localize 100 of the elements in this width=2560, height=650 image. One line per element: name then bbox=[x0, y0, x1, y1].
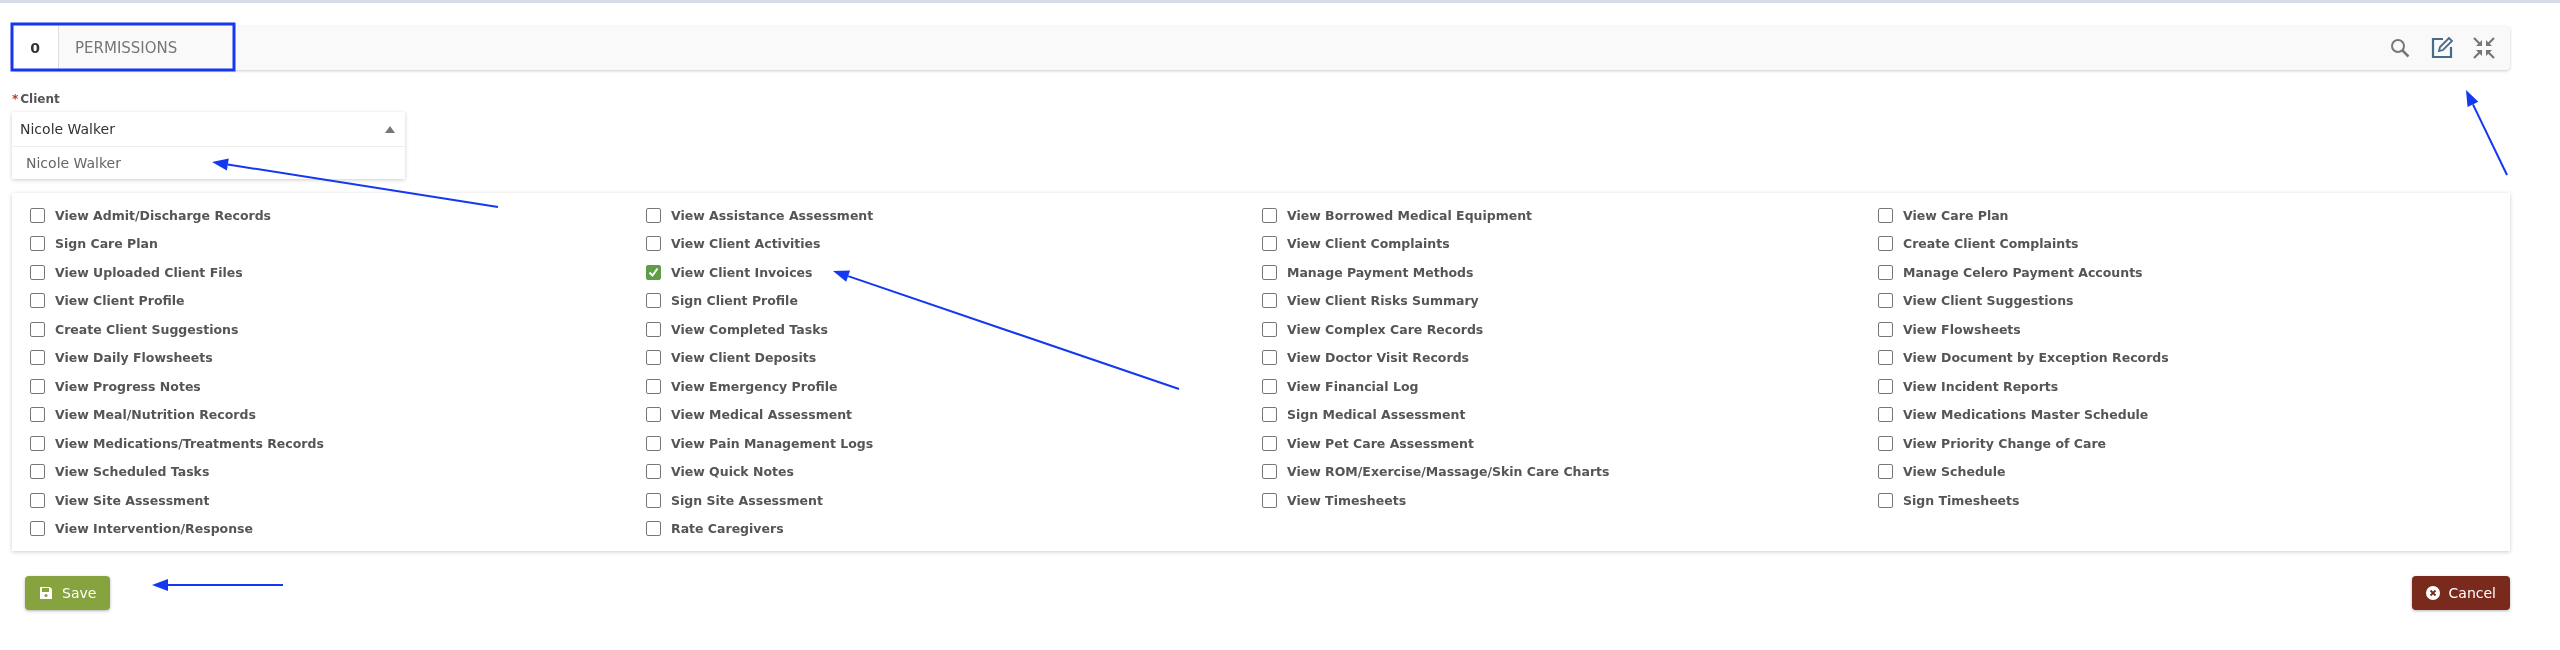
checkbox[interactable] bbox=[1878, 350, 1893, 366]
field-label: Client bbox=[20, 92, 60, 106]
checkbox[interactable] bbox=[30, 321, 45, 337]
checkbox[interactable] bbox=[1262, 207, 1277, 223]
cancel-button[interactable]: Cancel bbox=[2411, 576, 2510, 610]
checkbox-label: View Doctor Visit Records bbox=[1287, 350, 1469, 366]
checkbox[interactable] bbox=[1878, 407, 1893, 423]
checkbox[interactable] bbox=[1262, 236, 1277, 252]
checkbox-label: View Admit/Discharge Records bbox=[55, 207, 272, 223]
edit-icon[interactable] bbox=[2430, 36, 2454, 60]
checkbox[interactable] bbox=[646, 293, 661, 309]
checkbox[interactable] bbox=[1262, 435, 1277, 451]
checkbox[interactable] bbox=[30, 492, 45, 508]
search-icon[interactable] bbox=[2388, 36, 2412, 60]
checkbox[interactable] bbox=[1878, 321, 1893, 337]
checkbox[interactable] bbox=[646, 321, 661, 337]
checkbox[interactable] bbox=[30, 350, 45, 366]
checkbox[interactable] bbox=[1262, 492, 1277, 508]
checkbox-label: Sign Client Profile bbox=[671, 293, 798, 309]
checkbox-label: View Client Activities bbox=[671, 236, 821, 252]
checkbox-label: View Intervention/Response bbox=[55, 521, 254, 537]
checkbox[interactable] bbox=[1262, 293, 1277, 309]
checkbox-label: View ROM/Exercise/Massage/Skin Care Charts bbox=[1287, 464, 1610, 480]
checkbox[interactable] bbox=[30, 435, 45, 451]
checkbox-label: View Medications/Treatments Records bbox=[55, 435, 324, 451]
checkbox[interactable] bbox=[1262, 264, 1277, 280]
checkbox-label: View Quick Notes bbox=[671, 464, 794, 480]
checkbox[interactable] bbox=[1262, 321, 1277, 337]
checkbox[interactable] bbox=[1878, 264, 1893, 280]
checkbox-label: View Document by Exception Records bbox=[1903, 350, 2169, 366]
checkbox[interactable] bbox=[646, 378, 661, 394]
checkbox-label: View Client Invoices bbox=[671, 264, 813, 280]
checkbox-label: View Priority Change of Care bbox=[1903, 435, 2107, 451]
checkbox[interactable] bbox=[1262, 378, 1277, 394]
checkbox[interactable] bbox=[30, 236, 45, 252]
checkbox-label: View Client Risks Summary bbox=[1287, 293, 1479, 309]
caret-icon bbox=[385, 125, 395, 133]
checkbox-label: View Complex Care Records bbox=[1287, 321, 1484, 337]
checkbox[interactable] bbox=[646, 407, 661, 423]
checkbox-label: View Emergency Profile bbox=[671, 378, 838, 394]
checkbox[interactable] bbox=[646, 435, 661, 451]
checkbox-label: View Uploaded Client Files bbox=[55, 264, 243, 280]
checkbox-label: View Client Suggestions bbox=[1903, 293, 2074, 309]
checkbox[interactable] bbox=[1878, 207, 1893, 223]
checkbox[interactable] bbox=[646, 207, 661, 223]
checkbox[interactable] bbox=[1878, 378, 1893, 394]
checkbox[interactable] bbox=[30, 264, 45, 280]
checkbox[interactable] bbox=[1878, 464, 1893, 480]
checkbox[interactable] bbox=[30, 293, 45, 309]
checkbox[interactable] bbox=[30, 521, 45, 537]
checkbox-label: Create Client Suggestions bbox=[55, 321, 239, 337]
client-select[interactable]: Nicole Walker bbox=[12, 112, 405, 147]
checkbox-label: Sign Timesheets bbox=[1903, 492, 2020, 508]
checkbox-label: View Flowsheets bbox=[1903, 321, 2021, 337]
checkbox-label: View Client Complaints bbox=[1287, 236, 1450, 252]
checkbox-label: View Financial Log bbox=[1287, 378, 1419, 394]
checkbox[interactable] bbox=[30, 207, 45, 223]
dropdown-option[interactable]: Nicole Walker bbox=[12, 147, 405, 179]
checkbox[interactable] bbox=[646, 521, 661, 537]
checkbox[interactable] bbox=[646, 464, 661, 480]
checkbox[interactable] bbox=[1878, 293, 1893, 309]
checkbox-label: View Scheduled Tasks bbox=[55, 464, 210, 480]
checkbox-label: View Client Profile bbox=[55, 293, 185, 309]
checkbox[interactable] bbox=[30, 407, 45, 423]
checkbox[interactable] bbox=[30, 378, 45, 394]
checkbox-label: View Incident Reports bbox=[1903, 378, 2059, 394]
required-mark: * bbox=[12, 92, 19, 106]
checkbox[interactable] bbox=[1878, 435, 1893, 451]
checkbox-label: Manage Payment Methods bbox=[1287, 264, 1474, 280]
checkbox-label: View Borrowed Medical Equipment bbox=[1287, 207, 1533, 223]
checkbox[interactable] bbox=[1878, 236, 1893, 252]
close-icon bbox=[2425, 586, 2440, 600]
checkbox-label: View Timesheets bbox=[1287, 492, 1407, 508]
checkbox[interactable] bbox=[30, 464, 45, 480]
checkbox-label: View Progress Notes bbox=[55, 378, 201, 394]
checkbox[interactable] bbox=[1878, 492, 1893, 508]
checkbox[interactable] bbox=[1262, 464, 1277, 480]
checkbox-label: View Medical Assessment bbox=[671, 407, 853, 423]
checkbox[interactable] bbox=[646, 264, 661, 280]
checkbox-label: Sign Site Assessment bbox=[671, 492, 823, 508]
checkbox-label: View Assistance Assessment bbox=[671, 207, 874, 223]
checkbox-label: View Pain Management Logs bbox=[671, 435, 874, 451]
panel-title: PERMISSIONS bbox=[74, 39, 179, 57]
checkbox[interactable] bbox=[646, 350, 661, 366]
checkbox-label: View Client Deposits bbox=[671, 350, 817, 366]
collapse-icon[interactable] bbox=[2472, 36, 2496, 60]
checkbox-label: View Care Plan bbox=[1903, 207, 2009, 223]
checkbox[interactable] bbox=[1262, 350, 1277, 366]
checkbox-label: View Daily Flowsheets bbox=[55, 350, 213, 366]
count-badge: 0 bbox=[12, 26, 59, 70]
checkbox-label: View Schedule bbox=[1903, 464, 2006, 480]
checkbox-label: View Completed Tasks bbox=[671, 321, 828, 337]
checkbox[interactable] bbox=[646, 236, 661, 252]
checkbox-label: View Pet Care Assessment bbox=[1287, 435, 1474, 451]
checkbox-label: Manage Celero Payment Accounts bbox=[1903, 264, 2143, 280]
checkbox-label: Create Client Complaints bbox=[1903, 236, 2079, 252]
checkbox[interactable] bbox=[646, 492, 661, 508]
checkbox-label: View Site Assessment bbox=[55, 492, 210, 508]
checkbox[interactable] bbox=[1262, 407, 1277, 423]
checkbox-label: Rate Caregivers bbox=[671, 521, 784, 537]
